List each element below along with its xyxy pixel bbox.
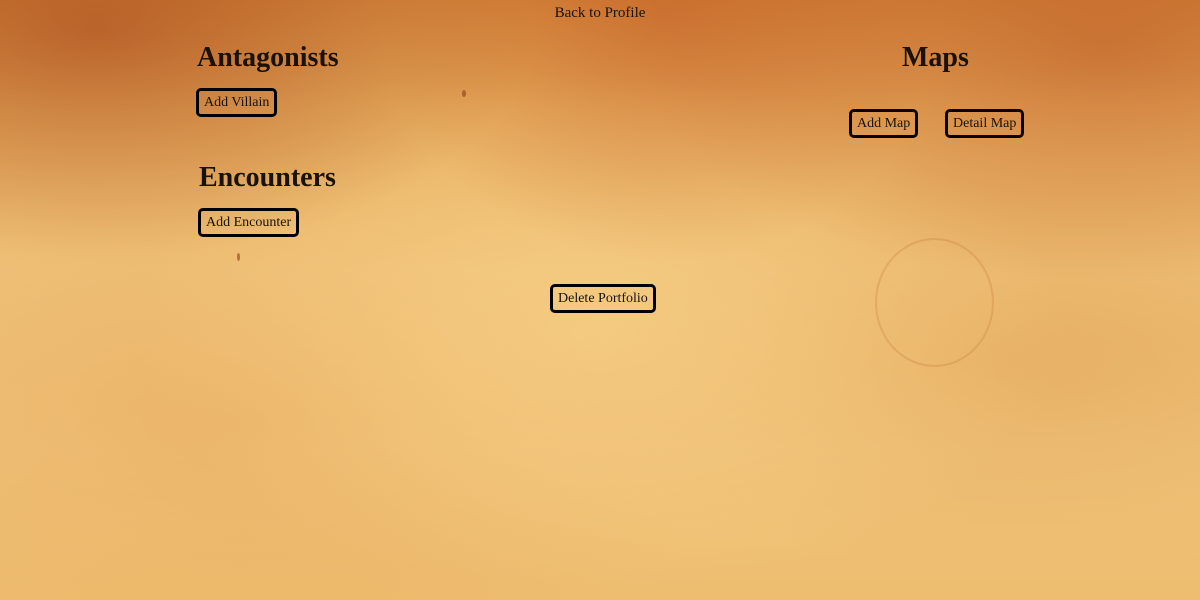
ink-speck	[462, 90, 466, 97]
add-encounter-button[interactable]: Add Encounter	[198, 208, 300, 237]
detail-map-button[interactable]: Detail Map	[945, 109, 1025, 138]
antagonists-heading: Antagonists	[197, 42, 339, 73]
encounters-heading: Encounters	[199, 162, 336, 193]
delete-portfolio-button[interactable]: Delete Portfolio	[550, 284, 656, 313]
add-villain-button[interactable]: Add Villain	[196, 88, 278, 117]
ink-speck	[237, 253, 240, 261]
maps-heading: Maps	[902, 42, 969, 73]
add-map-button[interactable]: Add Map	[849, 109, 919, 138]
back-to-profile-link[interactable]: Back to Profile	[0, 5, 1200, 22]
coffee-stain	[875, 238, 994, 367]
